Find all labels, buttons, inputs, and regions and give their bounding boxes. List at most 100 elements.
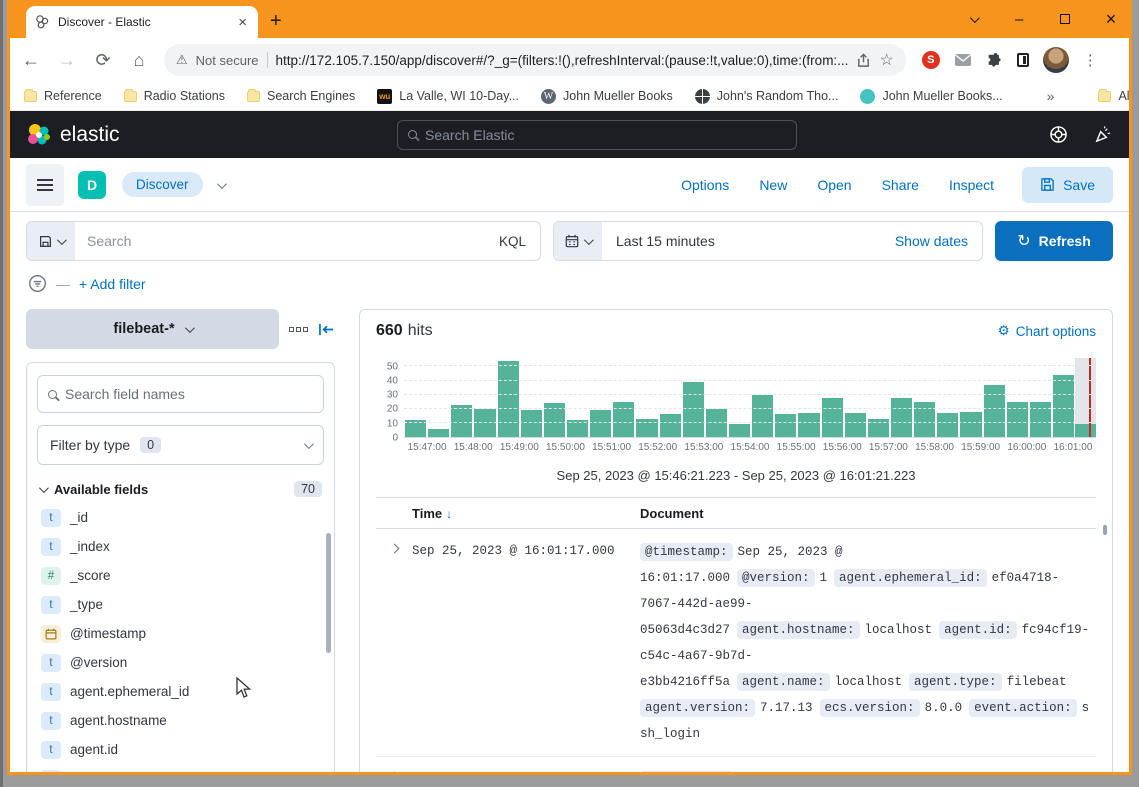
expand-row-button[interactable] (376, 539, 412, 747)
collapse-sidebar-icon[interactable] (318, 322, 335, 337)
histogram-bar[interactable] (1053, 375, 1074, 437)
index-pattern-selector[interactable]: filebeat-* (26, 309, 279, 349)
query-language-button[interactable]: KQL (485, 222, 540, 260)
field-item[interactable]: t@version (37, 648, 324, 677)
space-badge[interactable]: D (78, 171, 106, 199)
histogram-bar[interactable] (1075, 424, 1096, 437)
field-item[interactable]: tagent.ephemeral_id (37, 677, 324, 706)
histogram-bar[interactable] (845, 413, 866, 437)
browser-menu-icon[interactable]: ⋮ (1083, 51, 1098, 69)
back-icon[interactable]: ← (20, 50, 42, 71)
profile-avatar[interactable] (1043, 47, 1069, 73)
histogram-bar[interactable] (498, 361, 519, 437)
bookmark-item[interactable]: John's Random Tho... (695, 89, 839, 104)
bookmark-item[interactable]: Search Engines (247, 89, 355, 103)
histogram-bar[interactable] (984, 385, 1005, 437)
histogram-bar[interactable] (683, 382, 704, 437)
field-item[interactable]: t_type (37, 590, 324, 619)
add-filter-button[interactable]: + Add filter (79, 276, 146, 292)
expand-row-button[interactable] (376, 767, 412, 775)
field-key-pill[interactable]: @version: (737, 569, 815, 587)
histogram-bar[interactable] (822, 398, 843, 438)
menu-hamburger-icon[interactable] (26, 164, 64, 206)
field-key-pill[interactable]: agent.name: (737, 673, 830, 691)
histogram-bar[interactable] (775, 414, 796, 437)
tab-search-icon[interactable] (965, 16, 981, 23)
forward-icon[interactable]: → (56, 50, 78, 71)
tab-close-icon[interactable]: × (235, 15, 250, 30)
histogram-bar[interactable] (729, 424, 750, 437)
histogram-bar[interactable] (891, 398, 912, 438)
new-tab-button[interactable]: + (270, 8, 282, 34)
close-button[interactable]: × (1103, 9, 1119, 30)
breadcrumb-chevron-icon[interactable] (217, 176, 224, 194)
address-bar[interactable]: ⚠ Not secure http://172.105.7.150/app/di… (164, 44, 906, 76)
menu-item-share[interactable]: Share (882, 177, 919, 193)
histogram-bar[interactable] (752, 395, 773, 437)
histogram-bar[interactable] (451, 405, 472, 437)
filter-settings-icon[interactable] (28, 274, 47, 293)
chart-options-button[interactable]: ⚙ Chart options (998, 323, 1096, 339)
field-item[interactable]: t_id (37, 503, 324, 532)
field-item[interactable]: tagent.hostname (37, 706, 324, 735)
whats-new-icon[interactable] (1094, 125, 1113, 144)
field-settings-icon[interactable] (289, 327, 308, 332)
bookmarks-overflow-icon[interactable]: » (1047, 88, 1055, 104)
bookmark-star-icon[interactable]: ☆ (879, 50, 893, 70)
search-input[interactable] (75, 222, 485, 260)
side-panel-icon[interactable] (1017, 53, 1029, 67)
menu-item-inspect[interactable]: Inspect (949, 177, 994, 193)
histogram-bar[interactable] (798, 413, 819, 437)
filter-by-type-select[interactable]: Filter by type 0 (37, 425, 324, 465)
field-item[interactable]: @timestamp (37, 619, 324, 648)
maximize-button[interactable] (1057, 14, 1073, 24)
extensions-puzzle-icon[interactable] (986, 52, 1003, 69)
bookmark-item[interactable]: wuLa Valle, WI 10-Day... (377, 89, 519, 104)
field-search-box[interactable] (37, 375, 324, 413)
breadcrumb[interactable]: Discover (122, 172, 203, 197)
field-key-pill[interactable]: ecs.version: (820, 699, 920, 717)
histogram-bar[interactable] (960, 412, 981, 437)
show-dates-button[interactable]: Show dates (881, 222, 982, 260)
saved-query-menu-button[interactable] (27, 222, 75, 260)
field-key-pill[interactable]: event.action: (969, 699, 1077, 717)
fields-scrollbar[interactable] (326, 533, 331, 653)
field-key-pill[interactable]: agent.version: (640, 699, 755, 717)
time-column-header[interactable]: Time↓ (412, 506, 640, 521)
field-key-pill[interactable]: @timestamp: (640, 543, 733, 561)
menu-item-options[interactable]: Options (681, 177, 729, 193)
bookmark-item[interactable]: Radio Stations (124, 89, 225, 103)
field-item[interactable]: tagent.name (37, 764, 324, 775)
histogram-chart[interactable]: 01020304050 (376, 358, 1096, 438)
field-item[interactable]: #_score (37, 561, 324, 590)
histogram-bar[interactable] (660, 414, 681, 437)
reload-icon[interactable]: ⟳ (92, 50, 114, 71)
bookmark-item[interactable]: Reference (24, 89, 102, 103)
field-key-pill[interactable]: agent.hostname: (737, 621, 860, 639)
browser-tab[interactable]: Discover - Elastic × (26, 6, 258, 38)
refresh-button[interactable]: ↻ Refresh (995, 221, 1113, 261)
table-scrollbar[interactable] (1103, 525, 1107, 535)
save-button[interactable]: Save (1022, 167, 1113, 203)
mail-extension-icon[interactable] (954, 53, 972, 67)
share-icon[interactable] (856, 53, 871, 68)
field-key-pill[interactable]: agent.ephemeral_id: (834, 569, 987, 587)
field-item[interactable]: tagent.id (37, 735, 324, 764)
bookmark-item[interactable]: WJohn Mueller Books (541, 89, 673, 104)
all-bookmarks-button[interactable]: All Bookmarks (1098, 89, 1132, 103)
menu-item-open[interactable]: Open (817, 177, 851, 193)
histogram-bar[interactable] (428, 429, 449, 437)
extension-s-icon[interactable]: S (922, 51, 940, 69)
home-icon[interactable]: ⌂ (128, 50, 150, 71)
menu-item-new[interactable]: New (759, 177, 787, 193)
field-key-pill[interactable]: agent.id: (939, 621, 1017, 639)
available-fields-header[interactable]: Available fields 70 (39, 481, 322, 497)
elastic-search-box[interactable]: Search Elastic (397, 120, 797, 150)
field-key-pill[interactable]: agent.type: (909, 673, 1002, 691)
histogram-bar[interactable] (590, 410, 611, 437)
bookmark-item[interactable]: John Mueller Books... (860, 89, 1002, 104)
histogram-bar[interactable] (521, 410, 542, 437)
time-range-value[interactable]: Last 15 minutes (602, 222, 881, 260)
field-key-pill[interactable]: @timestamp: (640, 771, 733, 775)
date-picker-menu-button[interactable] (554, 222, 602, 260)
